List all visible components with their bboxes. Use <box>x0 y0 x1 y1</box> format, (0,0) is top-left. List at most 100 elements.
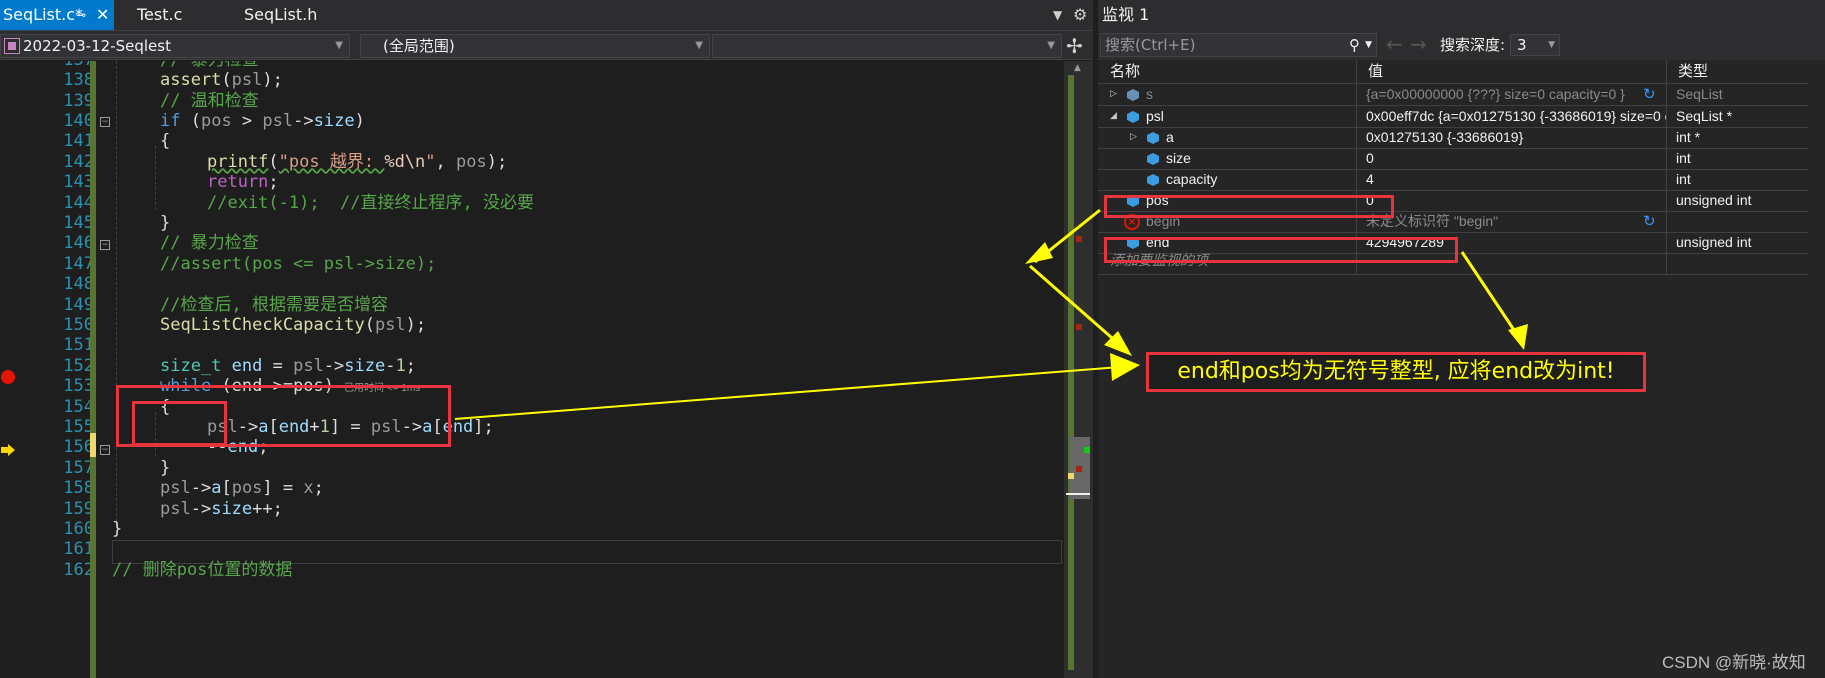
watch-search-input[interactable]: 搜索(Ctrl+E) ⚲ ▼ <box>1100 33 1377 57</box>
column-header-value[interactable]: 值 <box>1356 60 1666 83</box>
code-token: -> <box>293 111 314 131</box>
indent-guide <box>155 146 156 210</box>
watch-row-name: a <box>1166 129 1174 145</box>
scope-combo-value: (全局范围) <box>383 37 455 55</box>
project-combo-value: 2022-03-12-Seqlest <box>23 37 171 55</box>
scroll-change-marks <box>1068 75 1074 670</box>
code-token: 1 <box>395 356 406 376</box>
tab-test-c[interactable]: Test.c <box>137 0 182 30</box>
code-token: x <box>303 478 314 498</box>
search-depth-label: 搜索深度: <box>1440 36 1506 54</box>
code-token: return <box>207 172 269 192</box>
code-line: SeqListCheckCapacity(psl); <box>160 313 426 337</box>
code-token: psl <box>262 111 294 131</box>
chevron-down-icon: ▼ <box>335 40 343 51</box>
code-token: , <box>435 152 457 172</box>
code-token: // 暴力检查 <box>160 233 259 253</box>
split-window-icon[interactable]: ✢ <box>1066 35 1083 57</box>
project-combo[interactable]: 2022-03-12-Seqlest ▼ <box>0 34 350 58</box>
close-icon[interactable]: ✕ <box>96 0 109 30</box>
code-token: ( <box>221 70 232 90</box>
glyph-margin[interactable] <box>0 61 22 678</box>
code-token: psl <box>160 478 191 498</box>
row-divider <box>1098 274 1825 275</box>
scroll-up-icon[interactable]: ▲ <box>1074 63 1081 73</box>
change-tracking-bar <box>90 61 96 678</box>
watch-window: 监视 1 搜索(Ctrl+E) ⚲ ▼ ← → 搜索深度: 3 ▼ 名称 值 类… <box>1098 0 1825 678</box>
watch-row-value: 0 <box>1366 192 1374 208</box>
code-token: printf <box>207 152 269 172</box>
code-token: ; <box>313 478 324 498</box>
line-number-gutter: 137 138 139 140 141 142 143 144 145 146 … <box>22 61 94 678</box>
line-number: 162 <box>63 560 94 580</box>
code-token: = <box>262 356 294 376</box>
code-token: //检查后, 根据需要是否增容 <box>160 295 388 315</box>
search-depth-combo[interactable]: 3 ▼ <box>1510 34 1560 56</box>
code-line: } <box>112 519 123 539</box>
watch-row-value: 4 <box>1366 171 1374 187</box>
code-token: ( <box>268 152 279 172</box>
watch-row-name: s <box>1146 86 1153 102</box>
column-header-type[interactable]: 类型 <box>1666 60 1808 83</box>
member-combo[interactable]: ▼ <box>712 34 1062 58</box>
code-token: size <box>344 356 386 376</box>
tab-list-dropdown-icon[interactable]: ▼ <box>1053 0 1062 30</box>
back-arrow-icon[interactable]: ← <box>1386 33 1403 55</box>
breakpoint-marker <box>1076 324 1082 330</box>
column-header-name[interactable]: 名称 <box>1098 60 1356 83</box>
code-token: psl <box>231 70 263 90</box>
watch-row-value: 0x01275130 {-33686019} <box>1366 129 1524 145</box>
code-token: //exit(-1); //直接终止程序, 没必要 <box>207 193 534 213</box>
watch-row-type: SeqList <box>1676 86 1723 102</box>
forward-arrow-icon[interactable]: → <box>1410 33 1427 55</box>
tab-seqlist-h[interactable]: SeqList.h <box>244 0 317 30</box>
code-line: { <box>160 131 171 151</box>
expand-arrow-icon[interactable]: ▷ <box>1130 127 1137 148</box>
watch-row-name: capacity <box>1166 171 1218 187</box>
code-token: > <box>231 111 263 131</box>
column-divider[interactable] <box>1666 60 1667 275</box>
variable-icon <box>1127 111 1139 123</box>
code-token: ( <box>180 111 201 131</box>
tab-seqlist-c[interactable]: SeqList.c* ⊸ ✕ <box>0 0 114 30</box>
code-token: psl <box>160 499 191 519</box>
fold-toggle[interactable]: − <box>100 117 110 127</box>
chevron-down-icon: ▼ <box>1548 40 1555 50</box>
fold-toggle[interactable]: − <box>100 445 110 455</box>
highlight-box-pos <box>1104 195 1394 218</box>
code-token: ); <box>262 70 283 90</box>
code-token: ) <box>354 111 365 131</box>
code-token: size <box>211 499 253 519</box>
annotation-callout: end和pos均为无符号整型, 应将end改为int! <box>1146 352 1646 392</box>
code-area[interactable]: 137 138 139 140 141 142 143 144 145 146 … <box>0 61 1093 678</box>
fold-toggle[interactable]: − <box>100 240 110 250</box>
code-token: pos <box>456 152 487 172</box>
watch-title: 监视 1 <box>1098 0 1825 30</box>
code-token: -> <box>323 356 345 376</box>
chevron-down-icon[interactable]: ▼ <box>1365 34 1372 56</box>
search-icon[interactable]: ⚲ <box>1349 34 1360 56</box>
editor-tab-bar: SeqList.c* ⊸ ✕ Test.c SeqList.h ▼ ⚙ <box>0 0 1093 30</box>
tab-label: SeqList.c* <box>3 5 84 24</box>
watch-row-type: unsigned int <box>1676 192 1752 208</box>
gear-icon[interactable]: ⚙ <box>1073 0 1087 30</box>
code-line: //exit(-1); //直接终止程序, 没必要 <box>207 191 534 215</box>
refresh-icon[interactable]: ↻ <box>1643 211 1656 232</box>
pin-icon[interactable]: ⊸ <box>76 0 86 30</box>
unsaved-marker <box>1068 473 1074 479</box>
editor-scrollbar[interactable]: ▲ <box>1064 61 1093 678</box>
code-token: " <box>425 152 436 172</box>
scope-combo[interactable]: (全局范围) ▼ <box>360 34 710 58</box>
collapse-arrow-icon[interactable]: ◢ <box>1110 106 1117 127</box>
breakpoint-icon[interactable] <box>1 370 15 384</box>
watch-scrollbar[interactable] <box>1808 60 1825 678</box>
code-token: ]; <box>473 417 494 437</box>
watch-row-value: 0 <box>1366 150 1374 166</box>
code-line: if (pos > psl->size) <box>160 109 365 133</box>
refresh-icon[interactable]: ↻ <box>1643 84 1656 105</box>
expand-arrow-icon[interactable]: ▷ <box>1110 84 1117 105</box>
caret-position-marker <box>1066 493 1090 495</box>
field-icon <box>1147 174 1159 186</box>
code-token: "pos 越界: <box>278 152 385 172</box>
code-editor[interactable]: SeqList.c* ⊸ ✕ Test.c SeqList.h ▼ ⚙ 2022… <box>0 0 1093 678</box>
